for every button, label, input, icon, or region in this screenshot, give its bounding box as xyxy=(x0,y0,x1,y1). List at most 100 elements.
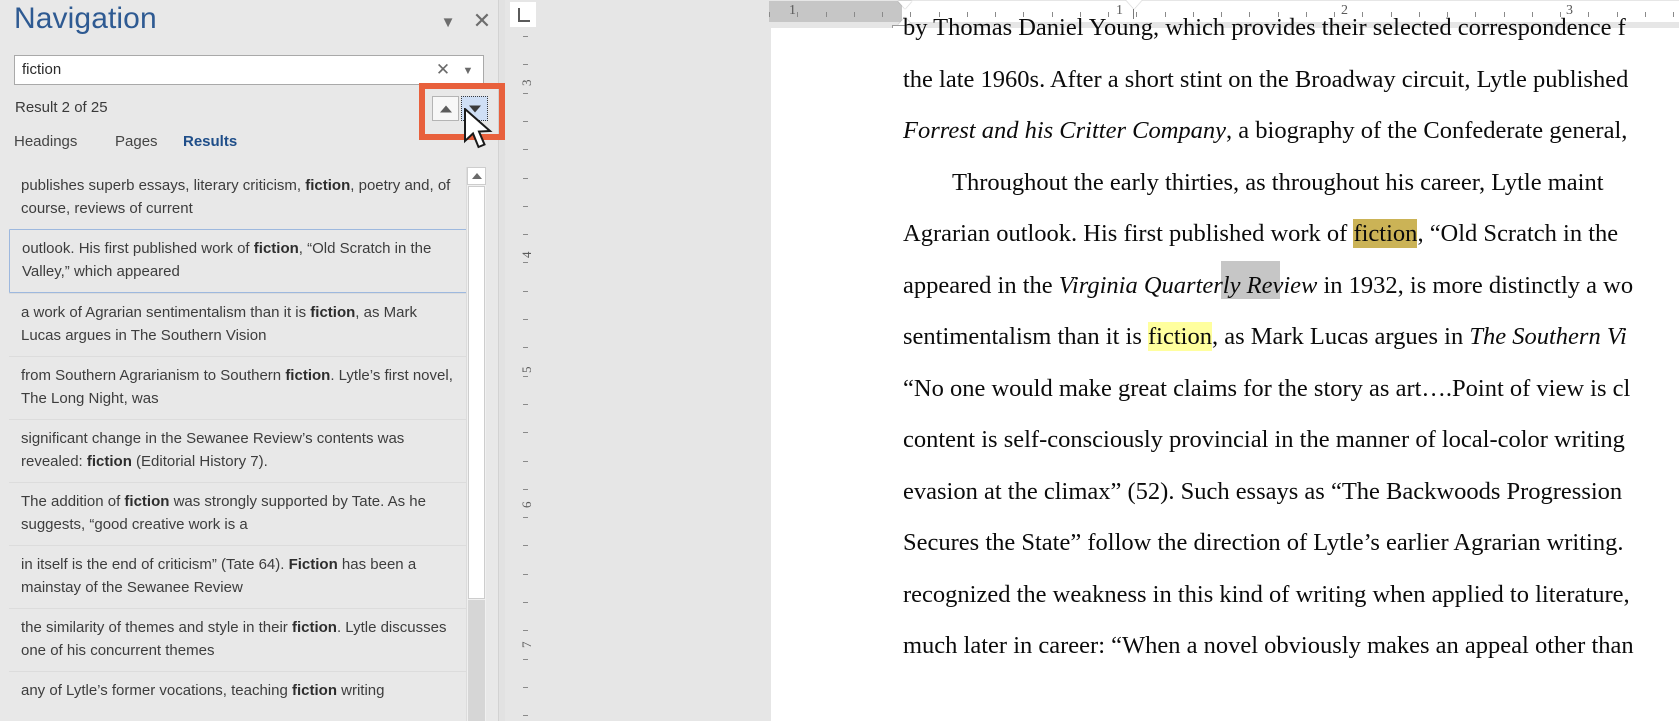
tab-headings[interactable]: Headings xyxy=(14,133,77,150)
previous-result-button[interactable] xyxy=(432,96,459,121)
result-match-term: fiction xyxy=(124,493,169,510)
current-search-highlight: fiction xyxy=(1353,219,1417,248)
result-match-term: fiction xyxy=(292,682,337,699)
document-line: Throughout the early thirties, as throug… xyxy=(903,157,1679,209)
result-navigation-buttons xyxy=(432,96,492,124)
ruler-tick xyxy=(523,291,528,292)
document-text-run: “No one would make great claims for the … xyxy=(903,375,1630,402)
ruler-tick xyxy=(826,12,827,17)
list-item[interactable]: in itself is the end of criticism” (Tate… xyxy=(9,545,467,608)
scroll-up-button[interactable] xyxy=(467,167,486,185)
result-text: The addition of xyxy=(21,493,124,510)
ruler-tick xyxy=(523,404,528,405)
scrollbar-thumb[interactable] xyxy=(468,186,485,599)
ruler-tick xyxy=(523,545,528,546)
left-tab-stop-icon[interactable] xyxy=(510,2,536,27)
document-line: recognized the weakness in this kind of … xyxy=(903,569,1679,621)
ruler-number: 5 xyxy=(519,367,535,374)
ruler-tick xyxy=(523,517,528,518)
page-title: Navigation xyxy=(14,2,157,36)
list-item[interactable]: publishes superb essays, literary critic… xyxy=(9,167,467,229)
search-highlight: fiction xyxy=(1148,322,1212,351)
navigation-pane-header: Navigation ▼ ✕ xyxy=(0,0,505,52)
result-text: a work of Agrarian sentimentalism than i… xyxy=(21,304,310,321)
list-item[interactable]: The addition of fiction was strongly sup… xyxy=(9,482,467,545)
document-text-body[interactable]: by Thomas Daniel Young, which provides t… xyxy=(903,2,1679,672)
list-item[interactable]: any of Lytle’s former vocations, teachin… xyxy=(9,671,467,711)
document-text-run: Virginia Quarterly Review xyxy=(1059,272,1318,299)
document-text-run: recognized the weakness in this kind of … xyxy=(903,581,1630,608)
next-result-button[interactable] xyxy=(461,96,488,121)
ruler-tick xyxy=(523,234,528,235)
ruler-tick xyxy=(523,64,528,65)
list-item[interactable]: significant change in the Sewanee Review… xyxy=(9,419,467,482)
ruler-number: 7 xyxy=(519,642,535,649)
close-icon[interactable]: ✕ xyxy=(469,8,495,34)
document-text-run: appeared in the xyxy=(903,272,1059,299)
ruler-tick xyxy=(523,149,528,150)
document-text-run: The Southern Vi xyxy=(1469,323,1626,350)
ruler-tick xyxy=(523,659,528,660)
document-line: evasion at the climax” (52). Such essays… xyxy=(903,466,1679,518)
ruler-tick xyxy=(523,574,528,575)
ruler-tick xyxy=(523,376,528,377)
ruler-tick xyxy=(523,489,528,490)
list-item[interactable]: the similarity of themes and style in th… xyxy=(9,608,467,671)
document-text-run: sentimentalism than it is xyxy=(903,323,1148,350)
result-match-term: fiction xyxy=(87,453,132,470)
document-line: by Thomas Daniel Young, which provides t… xyxy=(903,2,1679,54)
close-icon[interactable]: ✕ xyxy=(433,59,453,81)
tab-pages[interactable]: Pages xyxy=(115,133,158,150)
list-item[interactable]: a work of Agrarian sentimentalism than i… xyxy=(9,293,467,356)
document-text-run: Forrest and his Critter Company xyxy=(903,117,1226,144)
result-text: in itself is the end of criticism” (Tate… xyxy=(21,556,289,573)
document-line: much later in career: “When a novel obvi… xyxy=(903,620,1679,672)
document-text-run: much later in career: “When a novel obvi… xyxy=(903,632,1634,659)
chevron-down-icon[interactable]: ▼ xyxy=(459,61,477,81)
list-item[interactable]: outlook. His first published work of fic… xyxy=(9,229,467,293)
results-scrollbar[interactable] xyxy=(466,167,486,721)
search-results-list[interactable]: publishes superb essays, literary critic… xyxy=(9,167,467,721)
result-match-term: Fiction xyxy=(289,556,338,573)
chevron-down-icon[interactable]: ▼ xyxy=(435,10,461,36)
document-text-run: Agrarian outlook. His first published wo… xyxy=(903,220,1353,247)
ruler-tick xyxy=(523,461,528,462)
search-results-area: publishes superb essays, literary critic… xyxy=(9,167,486,721)
triangle-up-icon xyxy=(440,105,452,112)
document-text-run: , a biography of the Confederate general… xyxy=(1226,117,1627,144)
document-text-run: Secures the State” follow the direction … xyxy=(903,529,1623,556)
result-text: publishes superb essays, literary critic… xyxy=(21,177,305,194)
ruler-tick xyxy=(523,347,528,348)
ruler-tick xyxy=(523,432,528,433)
result-text: the similarity of themes and style in th… xyxy=(21,619,292,636)
triangle-down-icon xyxy=(469,105,481,112)
ruler-tick xyxy=(523,36,528,37)
scrollbar-track[interactable] xyxy=(468,600,485,721)
vertical-ruler[interactable]: 34567 xyxy=(513,28,535,721)
result-match-term: fiction xyxy=(292,619,337,636)
ruler-number: 6 xyxy=(519,502,535,509)
ruler-tick xyxy=(882,12,883,17)
ruler-tick xyxy=(523,602,528,603)
list-item[interactable]: from Southern Agrarianism to Southern fi… xyxy=(9,356,467,419)
ruler-tick xyxy=(523,319,528,320)
result-match-term: fiction xyxy=(310,304,355,321)
ruler-tick xyxy=(523,178,528,179)
document-page[interactable]: by Thomas Daniel Young, which provides t… xyxy=(771,28,1679,721)
tab-stop-glyph xyxy=(518,8,530,22)
document-line: the late 1960s. After a short stint on t… xyxy=(903,54,1679,106)
tab-results[interactable]: Results xyxy=(183,133,237,150)
search-input[interactable]: fiction ✕ ▼ xyxy=(14,55,484,85)
ruler-tick xyxy=(854,12,855,17)
document-text-run: content is self-consciously provincial i… xyxy=(903,426,1625,453)
document-line: Secures the State” follow the direction … xyxy=(903,517,1679,569)
result-match-term: fiction xyxy=(285,367,330,384)
document-line: content is self-consciously provincial i… xyxy=(903,414,1679,466)
ruler-tick xyxy=(769,12,770,17)
result-text: writing xyxy=(337,682,385,699)
document-text-run: in 1932, is more distinctly a wo xyxy=(1317,272,1633,299)
ruler-tick xyxy=(523,206,528,207)
result-text: from Southern Agrarianism to Southern xyxy=(21,367,285,384)
document-text-run: by Thomas Daniel Young, which provides t… xyxy=(903,14,1626,41)
document-text-run: evasion at the climax” (52). Such essays… xyxy=(903,478,1622,505)
